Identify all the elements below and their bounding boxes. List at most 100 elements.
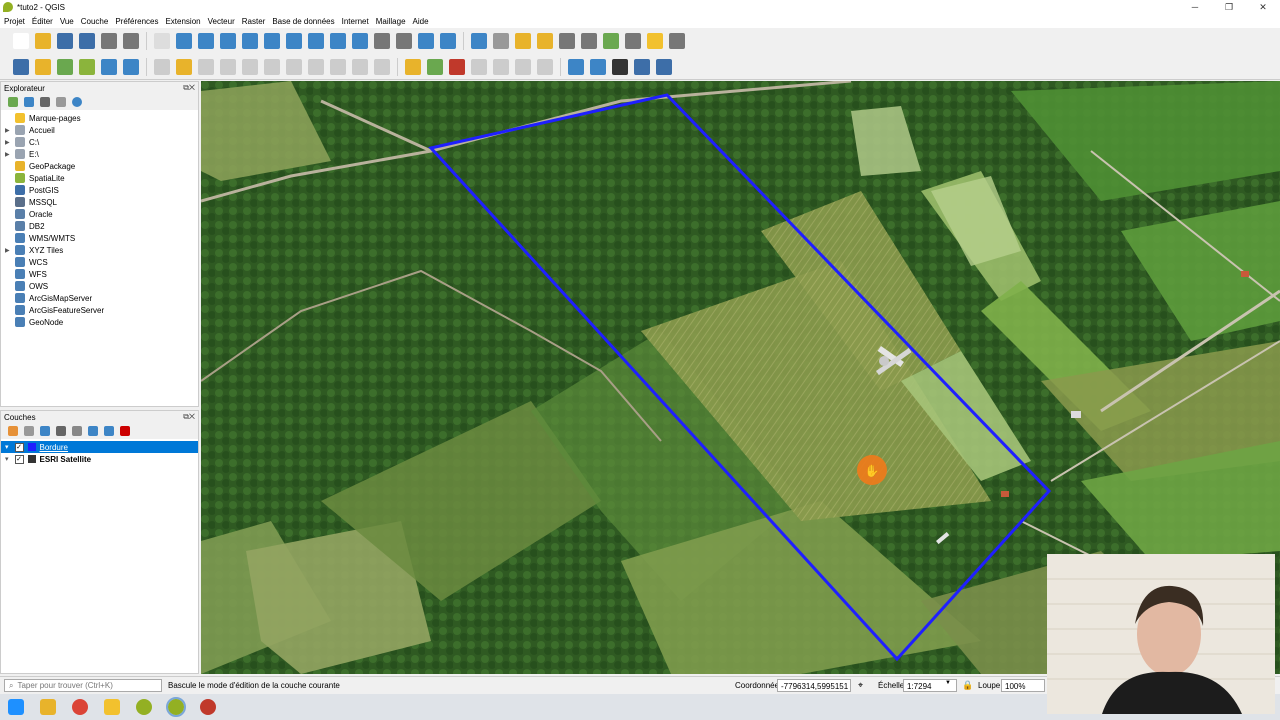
zoom-in-icon[interactable]: [198, 33, 214, 49]
new-map-view-icon[interactable]: [374, 33, 390, 49]
browser-item[interactable]: ArcGisMapServer: [5, 292, 198, 304]
browser-item[interactable]: MSSQL: [5, 196, 198, 208]
menu-item-11[interactable]: Aide: [413, 17, 429, 26]
extents-toggle-icon[interactable]: ⌖: [858, 680, 863, 691]
text-annotation-icon[interactable]: [669, 33, 685, 49]
current-edits-icon[interactable]: [154, 58, 170, 75]
new-temporary-icon[interactable]: [101, 58, 117, 75]
annotation-icon[interactable]: [647, 33, 663, 49]
new-3d-view-icon[interactable]: [396, 33, 412, 49]
save-project-icon[interactable]: [57, 33, 73, 49]
show-labels-icon[interactable]: [537, 58, 553, 75]
browser-item[interactable]: ▶ E:\: [5, 148, 198, 160]
statistics-icon[interactable]: [603, 33, 619, 49]
change-label-icon[interactable]: [515, 58, 531, 75]
zoom-selection-icon[interactable]: [264, 33, 280, 49]
layer-visibility-checkbox[interactable]: ✓: [14, 442, 24, 452]
layer-visibility-checkbox[interactable]: ✓: [14, 454, 24, 464]
chrome-icon[interactable]: [72, 699, 88, 715]
browser-item[interactable]: ▶ Accueil: [5, 124, 198, 136]
maximize-icon[interactable]: ❐: [1212, 0, 1246, 14]
menu-item-7[interactable]: Raster: [242, 17, 266, 26]
zoom-out-icon[interactable]: [220, 33, 236, 49]
lock-icon[interactable]: 🔒: [962, 680, 973, 691]
browser-item[interactable]: WMS/WMTS: [5, 232, 198, 244]
properties-icon[interactable]: [72, 97, 82, 107]
collapse-arrow-icon[interactable]: ▾: [5, 455, 9, 463]
grass-icon[interactable]: [568, 58, 584, 75]
save-as-icon[interactable]: [79, 33, 95, 49]
menu-item-8[interactable]: Base de données: [272, 17, 334, 26]
save-edits-icon[interactable]: [198, 58, 214, 75]
undo-icon[interactable]: [352, 58, 368, 75]
vertex-tool-icon[interactable]: [242, 58, 258, 75]
menu-item-3[interactable]: Couche: [81, 17, 109, 26]
menu-item-10[interactable]: Maillage: [376, 17, 406, 26]
layer-row[interactable]: ▾ ✓ ESRI Satellite: [1, 453, 198, 465]
zoom-last-icon[interactable]: [330, 33, 346, 49]
minimize-icon[interactable]: ─: [1178, 0, 1212, 14]
menu-item-1[interactable]: Éditer: [32, 17, 53, 26]
delete-icon[interactable]: [264, 58, 280, 75]
identify-icon[interactable]: [471, 33, 487, 49]
menu-item-6[interactable]: Vecteur: [208, 17, 235, 26]
browser-item[interactable]: OWS: [5, 280, 198, 292]
refresh-icon[interactable]: [24, 97, 34, 107]
add-group-icon[interactable]: [24, 426, 34, 436]
new-spatialite-icon[interactable]: [79, 58, 95, 75]
browser-item[interactable]: WFS: [5, 268, 198, 280]
expand-arrow-icon[interactable]: ▶: [5, 139, 15, 146]
zoom-next-icon[interactable]: [352, 33, 368, 49]
pan-to-selection-icon[interactable]: [176, 33, 192, 49]
browser-item[interactable]: WCS: [5, 256, 198, 268]
browser-item[interactable]: GeoPackage: [5, 160, 198, 172]
close-icon[interactable]: ✕: [1246, 0, 1280, 14]
add-feature-icon[interactable]: [220, 58, 236, 75]
collapse-all-icon[interactable]: [104, 426, 114, 436]
plugin-icon[interactable]: [612, 58, 628, 75]
qgis-taskbar-icon[interactable]: [136, 699, 152, 715]
locator-search[interactable]: ⌕ Taper pour trouver (Ctrl+K): [4, 679, 162, 692]
data-source-manager-icon[interactable]: [13, 58, 29, 75]
browser-item[interactable]: Oracle: [5, 208, 198, 220]
layout-manager-icon[interactable]: [123, 33, 139, 49]
browser-item[interactable]: GeoNode: [5, 316, 198, 328]
field-calculator-icon[interactable]: [581, 33, 597, 49]
highlight-label-icon[interactable]: [449, 58, 465, 75]
collapse-all-icon[interactable]: [56, 97, 66, 107]
menu-item-9[interactable]: Internet: [342, 17, 369, 26]
menu-item-4[interactable]: Préférences: [115, 17, 158, 26]
magnifier-field[interactable]: 100%: [1001, 679, 1045, 692]
chevron-down-icon[interactable]: ▼: [945, 680, 951, 686]
qgis-active-taskbar-icon[interactable]: [166, 697, 186, 717]
notes-icon[interactable]: [104, 699, 120, 715]
add-selected-layers-icon[interactable]: [8, 97, 18, 107]
browser-item[interactable]: SpatiaLite: [5, 172, 198, 184]
browser-item[interactable]: ▶ C:\: [5, 136, 198, 148]
filter-expression-icon[interactable]: [72, 426, 82, 436]
layer-row[interactable]: ▾ ✓ Bordure: [1, 441, 198, 453]
new-geopackage-icon[interactable]: [35, 58, 51, 75]
select-features-icon[interactable]: [515, 33, 531, 49]
python-icon[interactable]: [634, 58, 650, 75]
windows-start-icon[interactable]: [8, 699, 24, 715]
expand-arrow-icon[interactable]: ▶: [5, 127, 15, 134]
refresh-icon[interactable]: [440, 33, 456, 49]
rotate-label-icon[interactable]: [493, 58, 509, 75]
browser-item[interactable]: PostGIS: [5, 184, 198, 196]
print-layout-icon[interactable]: [101, 33, 117, 49]
file-explorer-icon[interactable]: [40, 699, 56, 715]
browser-item[interactable]: ArcGisFeatureServer: [5, 304, 198, 316]
paste-icon[interactable]: [330, 58, 346, 75]
panel-float-close-icon[interactable]: ⧉✕: [183, 412, 195, 422]
expand-arrow-icon[interactable]: ▶: [5, 247, 15, 254]
filter-icon[interactable]: [40, 97, 50, 107]
collapse-arrow-icon[interactable]: ▾: [5, 443, 9, 451]
zoom-full-icon[interactable]: [242, 33, 258, 49]
label-tool-icon[interactable]: [405, 58, 421, 75]
copy-icon[interactable]: [308, 58, 324, 75]
processing-icon[interactable]: [590, 58, 606, 75]
menu-item-0[interactable]: Projet: [4, 17, 25, 26]
redo-icon[interactable]: [374, 58, 390, 75]
zoom-layer-icon[interactable]: [286, 33, 302, 49]
